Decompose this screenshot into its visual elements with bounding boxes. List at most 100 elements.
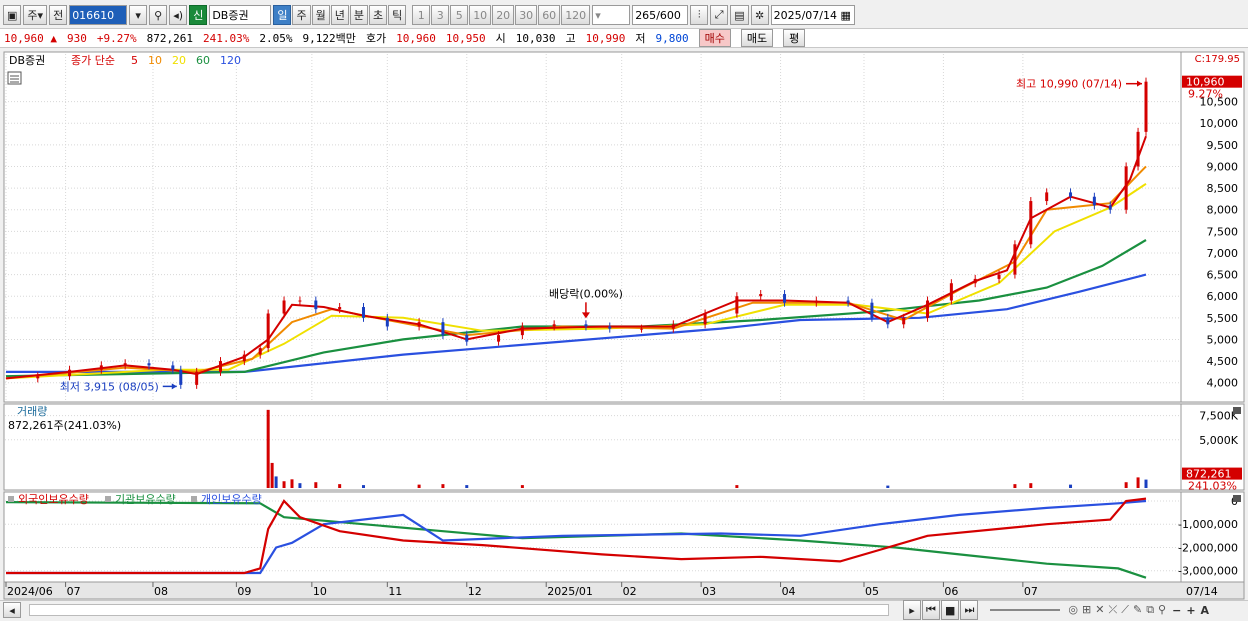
interval-button-1[interactable]: 1 (412, 5, 431, 25)
x-tick-label: 12 (468, 585, 482, 598)
candle-body (1124, 166, 1128, 210)
candle-body (783, 294, 787, 303)
price-tick-label: 8,000 (1207, 204, 1239, 217)
price-tick-label: 8,500 (1207, 182, 1239, 195)
volume-bar (1013, 484, 1017, 488)
copy-tool-icon[interactable]: ⧉ (1146, 603, 1154, 617)
stock-code-input[interactable]: 016610 (69, 5, 128, 25)
holdings-tick-label: -2,000,000 (1178, 541, 1238, 554)
price-change-pct: +9.27% (96, 31, 137, 45)
search-icon[interactable]: ⚲ (149, 5, 168, 25)
scrollbar[interactable]: ◂ ▸ ⏮ ■ ⏭ ◎ ⊞ ✕ ⤫ ⟋ ✎ ⧉ ⚲ − + A (0, 600, 1248, 620)
candle-body (242, 354, 246, 362)
up-arrow-icon: ▲ (50, 31, 57, 45)
count-field[interactable]: 265/600 (632, 5, 689, 25)
magnifier-icon[interactable]: ⚲ (1158, 603, 1166, 617)
interval-custom-select[interactable]: ▾ (592, 5, 631, 25)
candle-body (846, 300, 850, 303)
volume-bar (361, 485, 365, 488)
playback-control-2[interactable]: ■ (941, 600, 960, 620)
candle-body (949, 283, 953, 301)
market-type-select[interactable]: 주 ▾ (23, 5, 48, 25)
volume-bar (298, 483, 302, 488)
volume-bar (1136, 477, 1140, 488)
interval-button-20[interactable]: 20 (492, 5, 515, 25)
candle-body (973, 278, 977, 284)
playback-control-1[interactable]: ⏮ (922, 600, 940, 620)
zoom-control-2[interactable]: A (1201, 604, 1210, 617)
volume-tick-label: 5,000K (1199, 434, 1238, 447)
date-input[interactable]: 2025/07/14 ▦ (770, 5, 855, 25)
buy-button[interactable]: 매수 (698, 29, 731, 47)
holdings-tick-label: -3,000,000 (1178, 565, 1238, 578)
volume-bar (314, 482, 318, 488)
interval-button-30[interactable]: 30 (515, 5, 538, 25)
period-button-1[interactable]: 주 (292, 5, 311, 25)
x-tick-label: 2025/01 (547, 585, 593, 598)
low-value: 9,800 (655, 31, 689, 45)
amount-value: 9,122백만 (302, 32, 356, 45)
holdings-tick-label: -1,000,000 (1178, 518, 1238, 531)
x-tick-label: 04 (782, 585, 796, 598)
zoom-control-1[interactable]: + (1186, 604, 1195, 617)
candle-body (361, 307, 365, 318)
volume-bar (465, 485, 469, 488)
interval-button-5[interactable]: 5 (450, 5, 469, 25)
volume-close-icon[interactable] (1233, 407, 1241, 414)
candle-body (552, 324, 556, 327)
period-button-0[interactable]: 일 (273, 5, 292, 25)
period-button-3[interactable]: 년 (330, 5, 349, 25)
zoom-control-0[interactable]: − (1172, 604, 1181, 617)
holdings-close-icon[interactable] (1233, 495, 1241, 502)
period-button-5[interactable]: 초 (368, 5, 388, 25)
save-icon[interactable]: ▤ (730, 5, 749, 25)
chart-type-icon[interactable]: ⫶ (690, 5, 709, 25)
flat-button[interactable]: 평 (783, 29, 806, 47)
scroll-left-button[interactable]: ◂ (3, 602, 21, 618)
dropdown-icon[interactable]: ▾ (129, 5, 148, 25)
zoom-controls: − + A (1172, 604, 1209, 617)
pen-tool-icon[interactable]: ✎ (1133, 603, 1142, 617)
xy-tool-icon[interactable]: ⤫ (1108, 603, 1117, 617)
period-button-2[interactable]: 월 (311, 5, 330, 25)
candle-body (870, 302, 874, 318)
fib-tool-icon[interactable]: ⊞ (1082, 603, 1091, 617)
interval-button-10[interactable]: 10 (469, 5, 492, 25)
scroll-track[interactable] (29, 604, 889, 616)
interval-button-60[interactable]: 60 (538, 5, 561, 25)
stock-name-field[interactable]: DB증권 (209, 5, 272, 25)
prev-button[interactable]: 전 (49, 5, 68, 25)
interval-button-120[interactable]: 120 (561, 5, 591, 25)
candle-body (703, 313, 707, 325)
gear-icon[interactable]: ✲ (750, 5, 769, 25)
dividend-annotation: 배당락(0.00%) (549, 287, 623, 300)
high-annotation: 최고 10,990 (07/14) (1016, 78, 1122, 91)
count-value: 265 (635, 8, 657, 22)
x-tick-label: 11 (388, 585, 402, 598)
toolbar: ▣ 주 ▾ 전 016610 ▾ ⚲ ◂) 신 DB증권 일주월년분초틱 1351… (0, 3, 1248, 27)
turnover-value: 2.05% (259, 31, 293, 45)
candle-body (441, 322, 445, 336)
zoom-slider[interactable] (990, 609, 1061, 611)
candle-body (671, 324, 675, 329)
cross-tool-icon[interactable]: ✕ (1095, 603, 1104, 617)
sound-icon[interactable]: ◂) (169, 5, 188, 25)
layout-icon[interactable]: ▣ (3, 5, 22, 25)
price-tick-label: 10,000 (1200, 117, 1239, 130)
interval-button-3[interactable]: 3 (431, 5, 450, 25)
period-button-4[interactable]: 분 (349, 5, 368, 25)
sell-button[interactable]: 매도 (740, 29, 774, 47)
tools-icon[interactable]: ⤢ (710, 5, 729, 25)
holdings-legend-0: 외국인보유수량 (18, 493, 89, 506)
x-tick-label: 2024/06 (7, 585, 53, 598)
candle-body (814, 300, 818, 303)
volume-bar (1029, 483, 1033, 488)
draw-tool-icon[interactable]: ⟋ (1121, 603, 1129, 617)
period-button-6[interactable]: 틱 (388, 5, 407, 25)
playback-control-0[interactable]: ▸ (903, 600, 921, 620)
candle-body (1108, 205, 1112, 210)
volume-bar (338, 484, 342, 488)
circle-tool-icon[interactable]: ◎ (1068, 603, 1078, 617)
current-price: 10,960 ▲ (4, 32, 57, 45)
playback-control-3[interactable]: ⏭ (960, 600, 979, 620)
